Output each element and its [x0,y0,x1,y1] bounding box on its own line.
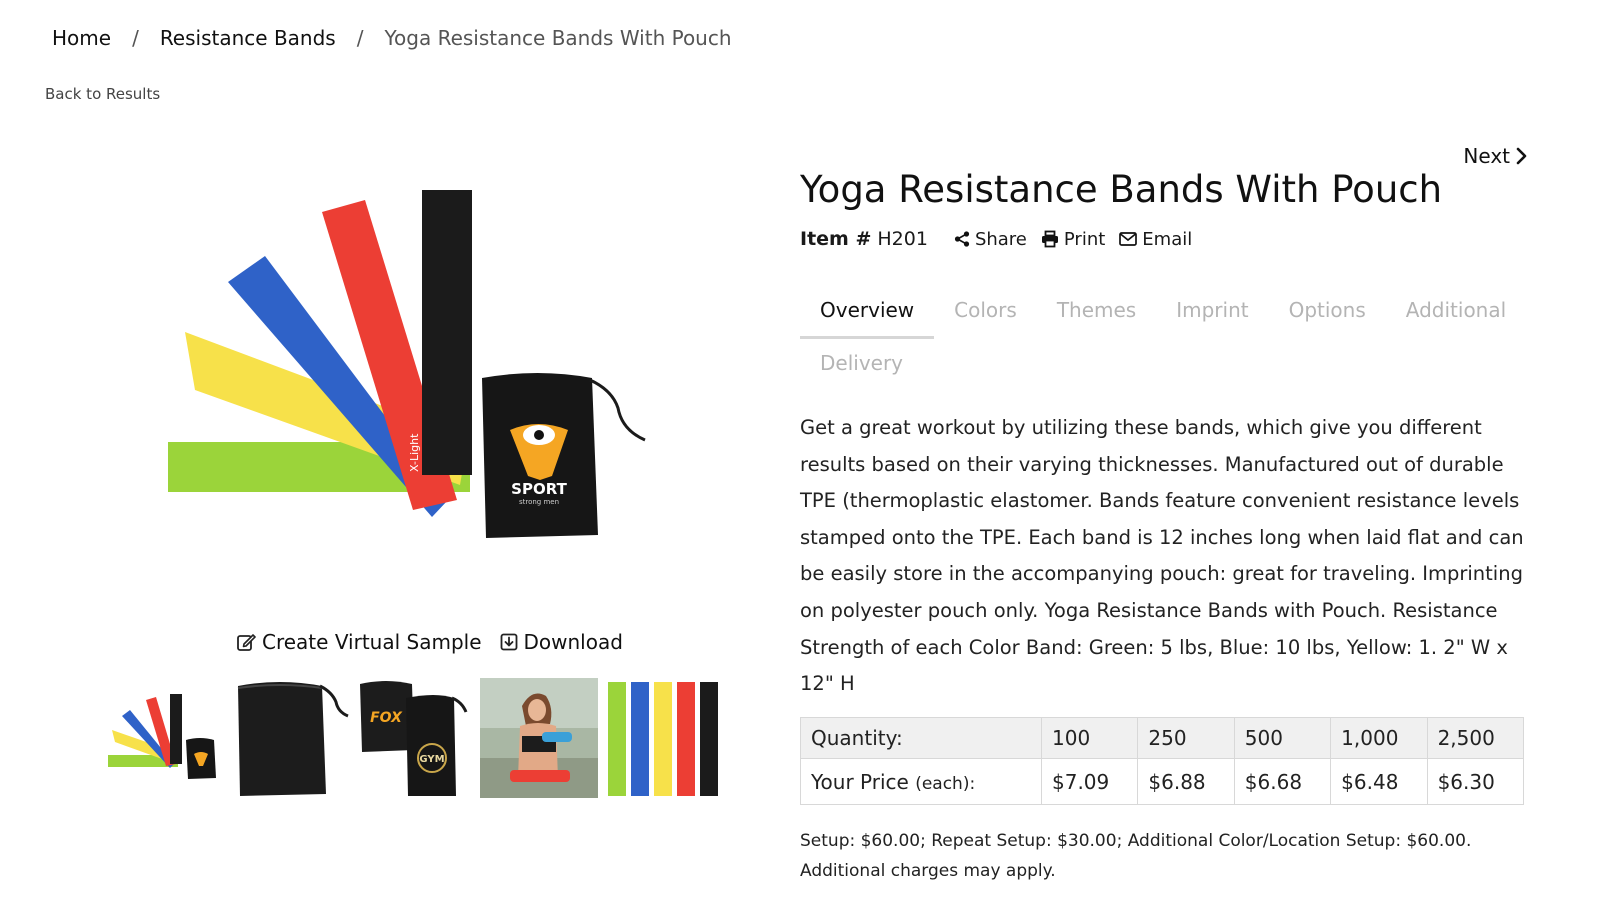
share-button[interactable]: Share [954,229,1027,250]
envelope-icon [1119,232,1138,246]
thumbnail-strip: FOX GYM [108,678,722,798]
quantity-cell: 1,000 [1330,717,1428,759]
tab-delivery[interactable]: Delivery [800,339,923,389]
price-label: Your Price [811,769,909,794]
quantity-cell: 500 [1233,717,1332,759]
product-meta: Item # H201 Share Print Email [800,228,1206,250]
download-label: Download [523,630,623,654]
tab-additional[interactable]: Additional [1386,286,1526,339]
next-product-link[interactable]: Next [1463,144,1528,168]
tab-themes[interactable]: Themes [1037,286,1156,339]
thumbnail-black-pouch[interactable] [232,678,350,798]
quantity-row: Quantity: 100 250 500 1,000 2,500 [800,717,1525,759]
thumbnail-five-bands-lineup[interactable] [604,678,722,798]
download-icon [500,633,517,651]
thumbnail-woman-using-bands[interactable] [480,678,598,798]
image-actions: Create Virtual Sample Download [236,630,623,654]
pouch: SPORT strong men [482,373,646,538]
share-label: Share [974,228,1027,250]
share-icon [954,231,970,247]
print-label: Print [1063,228,1106,250]
price-cell: $6.48 [1330,758,1428,805]
product-tabs: Overview Colors Themes Imprint Options A… [800,286,1506,389]
breadcrumb-category[interactable]: Resistance Bands [160,26,336,50]
chevron-right-icon [1516,147,1527,165]
thumbnail-pouches-logos[interactable]: FOX GYM [356,678,474,798]
breadcrumb: Home / Resistance Bands / Yoga Resistanc… [52,26,732,50]
product-main-image[interactable]: X-Light SPORT strong men [160,180,660,560]
quantity-cell: 2,500 [1426,717,1525,759]
item-number-value: H201 [877,228,928,250]
pouch-tagline: strong men [519,498,559,506]
band-label: X-Light [408,433,421,472]
create-virtual-sample-label: Create Virtual Sample [262,630,482,654]
tab-colors[interactable]: Colors [934,286,1037,339]
quantity-label: Quantity: [800,717,1042,759]
email-button[interactable]: Email [1119,229,1192,250]
breadcrumb-current: Yoga Resistance Bands With Pouch [384,26,732,50]
back-to-results-link[interactable]: Back to Results [45,85,160,103]
next-label: Next [1463,144,1510,168]
email-label: Email [1142,228,1193,250]
download-button[interactable]: Download [500,630,623,654]
price-cell: $6.30 [1426,758,1525,805]
item-number-label: Item # [800,228,872,250]
breadcrumb-separator: / [132,26,139,50]
product-description: Get a great workout by utilizing these b… [800,416,1524,696]
thumbnail-bands-and-pouch[interactable] [108,678,226,798]
tab-imprint[interactable]: Imprint [1156,286,1268,339]
quantity-cell: 250 [1137,717,1235,759]
gym-logo-text: GYM [419,754,444,765]
edit-icon [237,634,256,651]
band-black [422,190,472,475]
price-cell: $6.88 [1137,758,1235,805]
price-cell: $6.68 [1233,758,1332,805]
price-row: Your Price (each): $7.09 $6.88 $6.68 $6.… [800,758,1525,805]
pouch-logo-text: SPORT [511,480,567,498]
fox-logo-text: FOX [370,710,403,726]
breadcrumb-separator: / [356,26,364,50]
create-virtual-sample-button[interactable]: Create Virtual Sample [236,630,482,654]
print-button[interactable]: Print [1041,229,1105,250]
price-label-cell: Your Price (each): [800,758,1042,805]
tab-overview[interactable]: Overview [800,286,935,339]
setup-note: Setup: $60.00; Repeat Setup: $30.00; Add… [800,831,1472,881]
breadcrumb-home[interactable]: Home [52,26,111,50]
price-cell: $7.09 [1040,758,1139,805]
tab-options[interactable]: Options [1269,286,1386,339]
product-title: Yoga Resistance Bands With Pouch [800,168,1443,211]
price-suffix: (each): [915,773,976,794]
print-icon [1041,230,1058,248]
pricing-table: Quantity: 100 250 500 1,000 2,500 Your P… [800,717,1525,805]
quantity-cell: 100 [1040,717,1139,759]
